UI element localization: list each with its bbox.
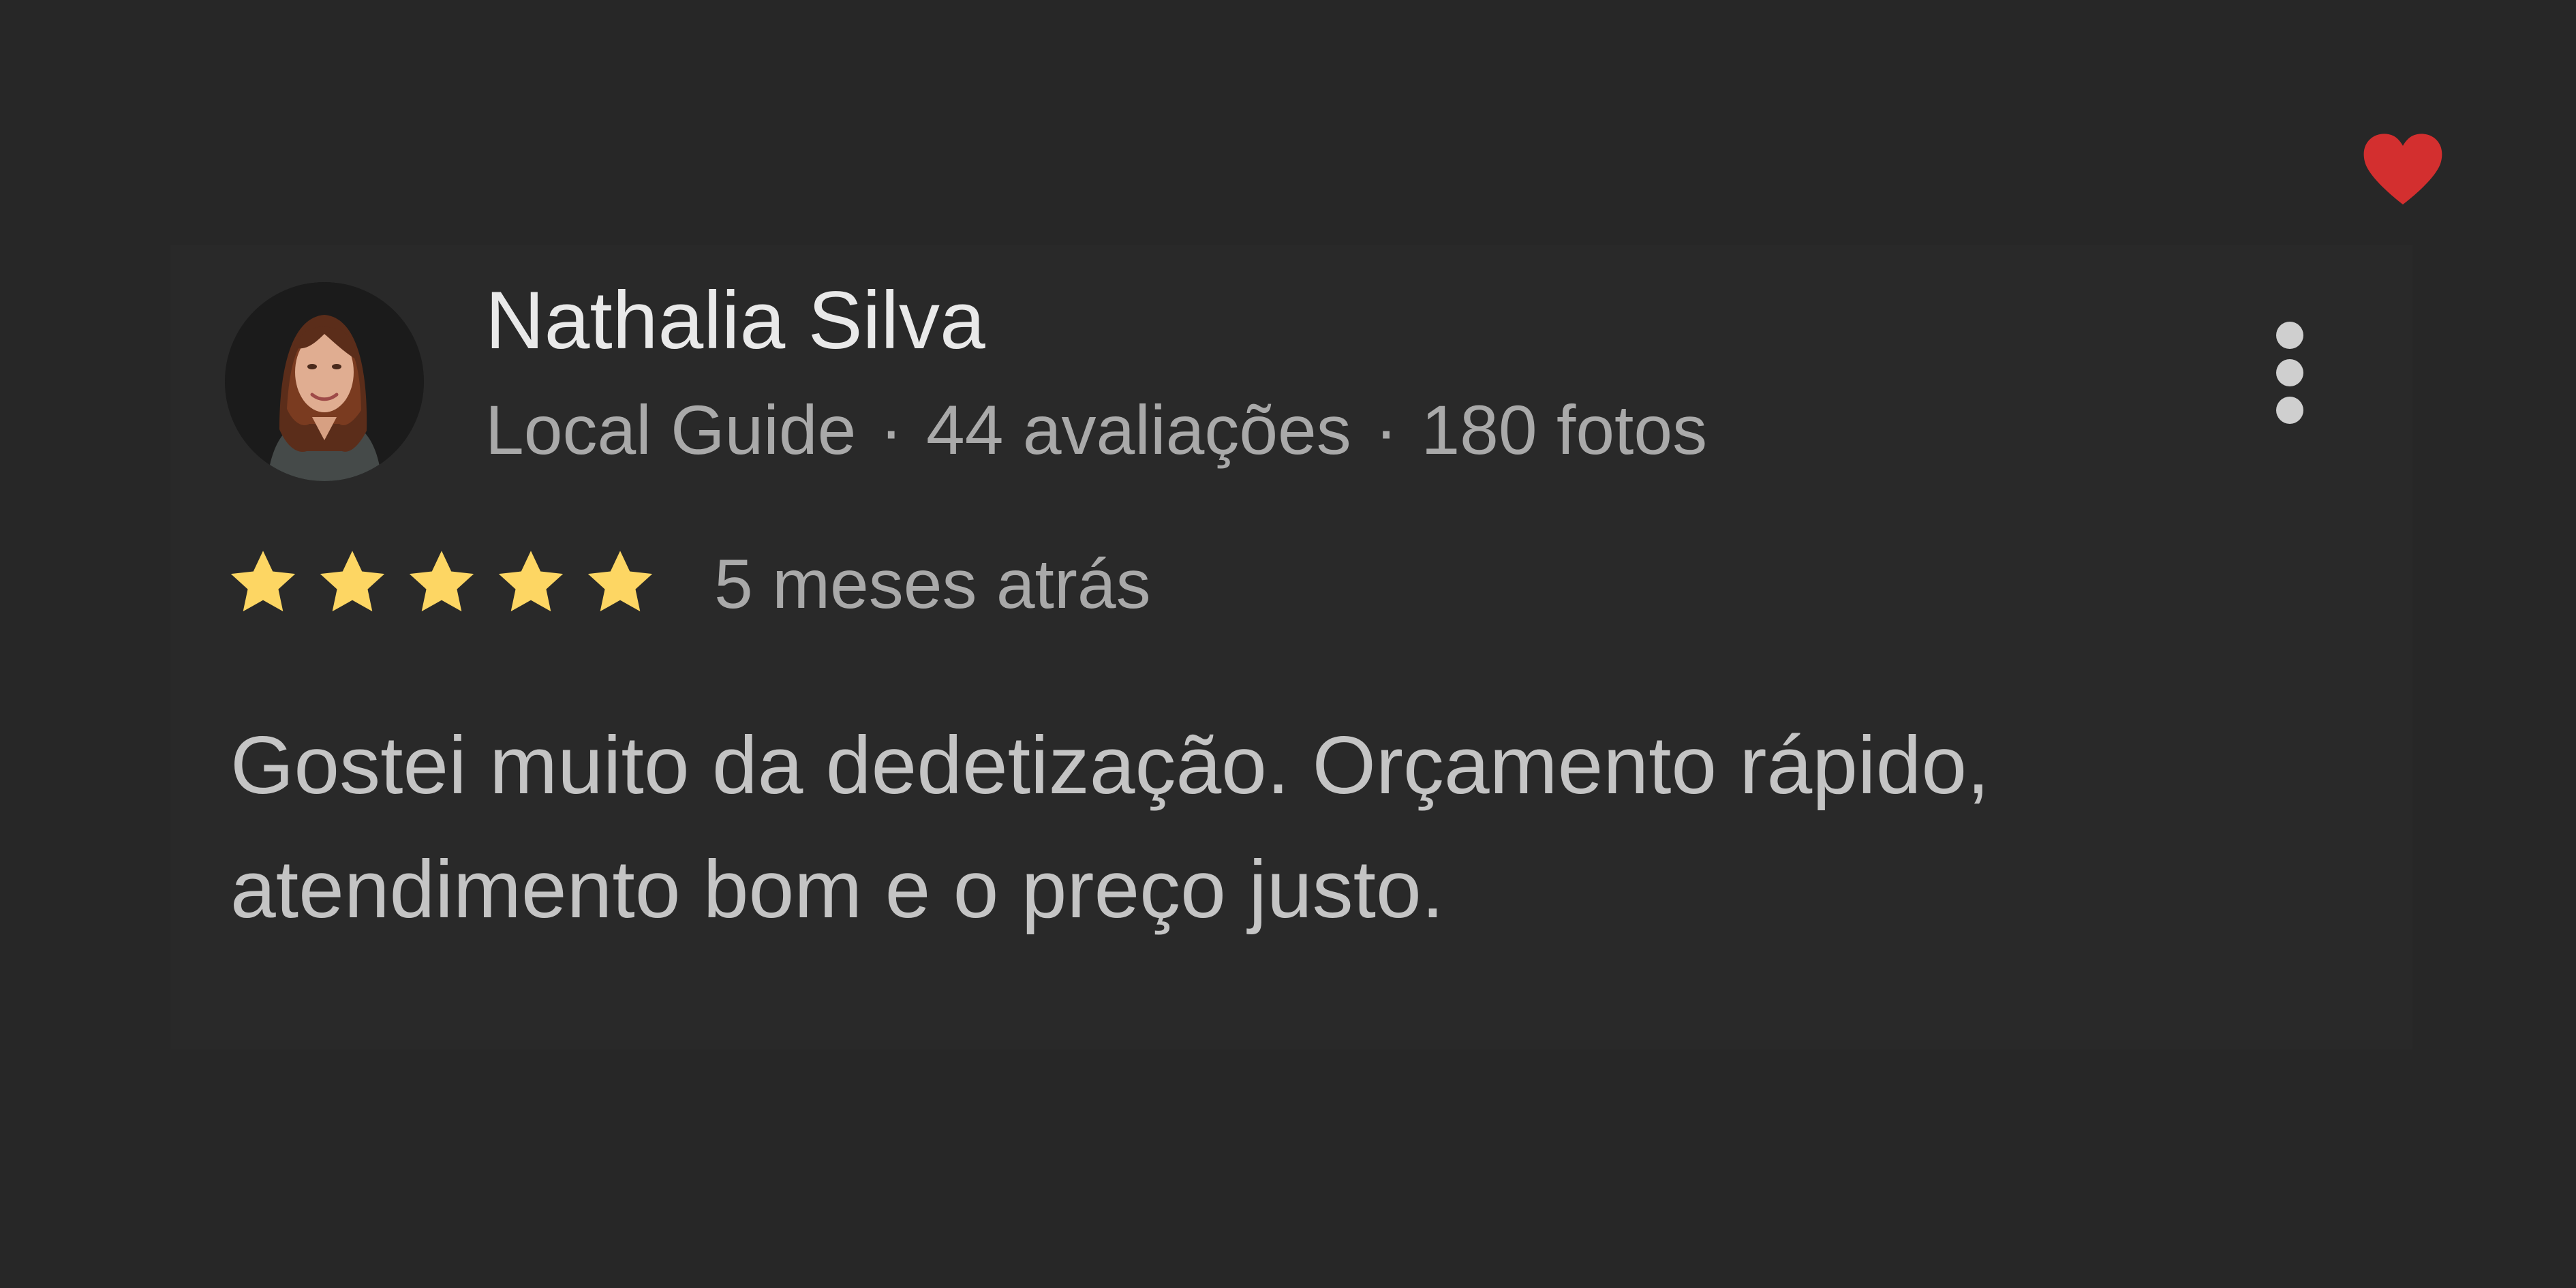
review-text: Gostei muito da dedetização. Orçamento r… (230, 720, 1990, 935)
photos-count: 180 fotos (1421, 391, 1708, 469)
heart-icon[interactable] (2362, 131, 2444, 206)
meta-separator: · (1375, 391, 1398, 469)
star-icon (587, 551, 653, 612)
star-icon (230, 551, 296, 612)
star-icon (320, 551, 385, 612)
review-time: 5 meses atrás (714, 545, 1151, 623)
star-rating (225, 542, 668, 624)
star-icon (498, 551, 564, 612)
reviewer-meta: Local Guide · 44 avaliações · 180 fotos (485, 386, 1707, 474)
reviews-count: 44 avaliações (926, 391, 1351, 469)
local-guide-badge: Local Guide (485, 391, 857, 469)
avatar[interactable] (225, 282, 424, 481)
more-vert-icon[interactable] (2263, 315, 2317, 431)
avatar-photo (225, 282, 424, 481)
meta-separator: · (879, 391, 903, 469)
star-icon (409, 551, 474, 612)
reviewer-name[interactable]: Nathalia Silva (485, 269, 985, 371)
review-page: Nathalia Silva Local Guide · 44 avaliaçõ… (0, 0, 2576, 1288)
